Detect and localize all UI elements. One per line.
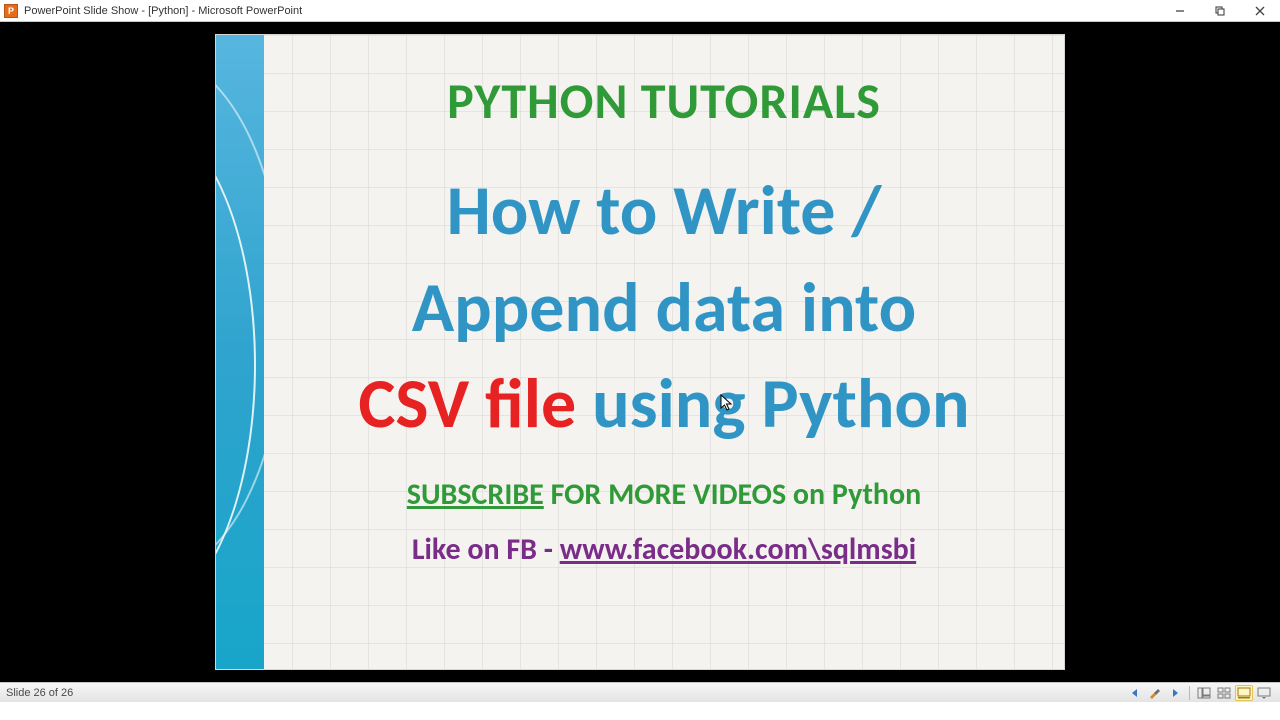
reading-view-button[interactable] bbox=[1235, 685, 1253, 701]
minimize-button[interactable] bbox=[1160, 0, 1200, 22]
slide-line-2: Append data into bbox=[274, 259, 1054, 356]
previous-slide-button[interactable] bbox=[1126, 685, 1144, 701]
slide-line-1: How to Write / bbox=[274, 162, 1054, 259]
pen-menu-button[interactable] bbox=[1146, 685, 1164, 701]
maximize-button[interactable] bbox=[1200, 0, 1240, 22]
slide-line-3-rest: using Python bbox=[576, 360, 969, 446]
subscribe-line: SUBSCRIBE FOR MORE VIDEOS on Python bbox=[274, 476, 1054, 513]
slide-content: PYTHON TUTORIALS How to Write / Append d… bbox=[264, 35, 1064, 669]
fb-prefix: Like on FB - bbox=[412, 531, 560, 568]
slideshow-area[interactable]: PYTHON TUTORIALS How to Write / Append d… bbox=[0, 22, 1280, 682]
fb-link[interactable]: www.facebook.com\sqlmsbi bbox=[560, 531, 916, 568]
status-bar: Slide 26 of 26 bbox=[0, 682, 1280, 702]
normal-view-button[interactable] bbox=[1195, 685, 1213, 701]
subscribe-rest: FOR MORE VIDEOS on Python bbox=[544, 476, 921, 513]
slide-indicator: Slide 26 of 26 bbox=[6, 687, 73, 699]
slide: PYTHON TUTORIALS How to Write / Append d… bbox=[215, 34, 1065, 670]
powerpoint-icon: P bbox=[4, 4, 18, 18]
window-title: PowerPoint Slide Show - [Python] - Micro… bbox=[24, 5, 302, 17]
facebook-line: Like on FB - www.facebook.com\sqlmsbi bbox=[274, 531, 1054, 568]
slide-line-3-highlight: CSV file bbox=[358, 360, 576, 446]
slide-body: How to Write / Append data into CSV file… bbox=[274, 162, 1054, 452]
subscribe-word: SUBSCRIBE bbox=[407, 476, 544, 513]
slideshow-view-button[interactable] bbox=[1255, 685, 1273, 701]
slide-heading: PYTHON TUTORIALS bbox=[274, 71, 1054, 132]
statusbar-separator bbox=[1189, 686, 1190, 700]
title-bar: P PowerPoint Slide Show - [Python] - Mic… bbox=[0, 0, 1280, 22]
slide-sorter-view-button[interactable] bbox=[1215, 685, 1233, 701]
close-button[interactable] bbox=[1240, 0, 1280, 22]
next-slide-button[interactable] bbox=[1166, 685, 1184, 701]
slide-line-3: CSV file using Python bbox=[274, 355, 1054, 452]
slide-left-decoration bbox=[216, 35, 264, 669]
